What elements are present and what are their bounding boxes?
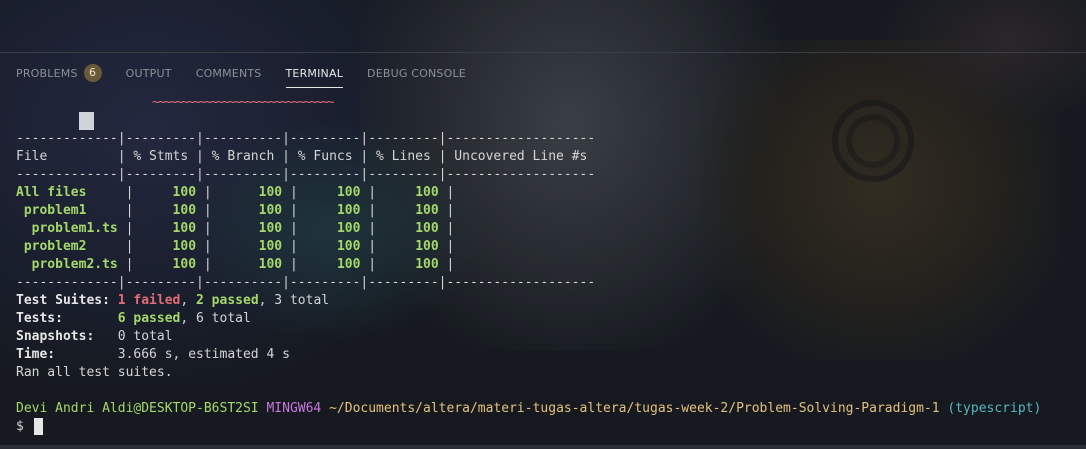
- coverage-lines: 100: [415, 257, 439, 272]
- ran-line: Ran all test suites.: [16, 365, 173, 380]
- coverage-stmts: 100: [172, 185, 197, 200]
- coverage-stmts: 100: [172, 239, 197, 254]
- prompt-user: Devi Andri Aldi@DESKTOP-B6ST2SI: [16, 401, 259, 416]
- coverage-funcs: 100: [336, 203, 361, 218]
- tests-passed: 6 passed: [117, 311, 181, 326]
- tab-output-label: OUTPUT: [125, 66, 172, 80]
- coverage-row: All files | 100 | 100 | 100 | 100 |: [16, 185, 604, 200]
- status-bar: [0, 445, 1086, 449]
- test-suites-sep: ,: [180, 293, 197, 308]
- prompt-symbol: $: [16, 419, 24, 434]
- tab-debug-console-label: DEBUG CONSOLE: [367, 66, 466, 80]
- tests-line: Tests: 6 passed, 6 total: [16, 310, 1041, 328]
- coverage-branch: 100: [258, 185, 283, 200]
- tests-label: Tests:: [16, 311, 110, 326]
- coverage-row: problem1.ts | 100 | 100 | 100 | 100 |: [16, 221, 604, 236]
- terminal-top-line: ~~~~~~~~~~~~~~~~~~~~~~~~~~~~~~~: [16, 94, 1041, 130]
- coverage-file: problem2.ts: [16, 257, 118, 272]
- tab-problems-label: PROBLEMS: [16, 66, 78, 80]
- test-suites-passed: 2 passed: [196, 293, 259, 308]
- coverage-row: problem2 | 100 | 100 | 100 | 100 |: [16, 239, 604, 254]
- coverage-funcs: 100: [336, 239, 361, 254]
- time-value: 3.666 s, estimated 4 s: [55, 347, 290, 362]
- tab-comments-label: COMMENTS: [195, 66, 262, 80]
- coverage-separator: -------------|---------|----------|-----…: [16, 131, 596, 146]
- tab-comments[interactable]: COMMENTS: [196, 62, 262, 84]
- tab-debug-console[interactable]: DEBUG CONSOLE: [367, 62, 466, 84]
- coverage-header: File | % Stmts | % Branch | % Funcs | % …: [16, 149, 596, 164]
- coverage-funcs: 100: [336, 221, 361, 236]
- test-suites-failed: 1 failed: [117, 293, 181, 308]
- block-cursor-icon: [79, 112, 95, 130]
- test-suites-label: Test Suites:: [16, 293, 110, 308]
- tab-terminal[interactable]: TERMINAL: [285, 62, 344, 88]
- panel-top-border: [0, 52, 1086, 53]
- test-suites-total: , 3 total: [258, 293, 330, 308]
- coverage-file: problem2: [16, 239, 118, 254]
- tests-total: , 6 total: [180, 311, 251, 326]
- coverage-row: problem1 | 100 | 100 | 100 | 100 |: [16, 203, 604, 218]
- coverage-separator: -------------|---------|----------|-----…: [16, 275, 596, 290]
- coverage-row: problem2.ts | 100 | 100 | 100 | 100 |: [16, 257, 604, 272]
- prompt-line: Devi Andri Aldi@DESKTOP-B6ST2SI MINGW64 …: [16, 400, 1041, 418]
- coverage-stmts: 100: [172, 257, 197, 272]
- panel-tabs: PROBLEMS 6 OUTPUT COMMENTS TERMINAL DEBU…: [16, 62, 490, 88]
- tab-problems[interactable]: PROBLEMS 6: [16, 62, 102, 84]
- test-suites-line: Test Suites: 1 failed, 2 passed, 3 total: [16, 292, 1041, 310]
- problems-count-badge: 6: [83, 64, 102, 82]
- input-line[interactable]: $: [16, 418, 1041, 436]
- coverage-stmts: 100: [172, 203, 197, 218]
- tab-output[interactable]: OUTPUT: [126, 62, 172, 84]
- error-squiggle: ~~~~~~~~~~~~~~~~~~~~~~~~~~~~~~~: [152, 95, 335, 110]
- coverage-file: problem1: [16, 203, 118, 218]
- snapshots-label: Snapshots:: [16, 329, 95, 344]
- snapshots-line: Snapshots: 0 total: [16, 328, 1041, 346]
- coverage-lines: 100: [415, 221, 439, 236]
- prompt-system: MINGW64: [266, 401, 322, 416]
- coverage-branch: 100: [258, 257, 283, 272]
- coverage-file: problem1.ts: [16, 221, 118, 236]
- tab-terminal-label: TERMINAL: [285, 66, 344, 80]
- snapshots-value: 0 total: [94, 329, 173, 344]
- time-label: Time:: [16, 347, 56, 362]
- coverage-branch: 100: [258, 239, 283, 254]
- coverage-funcs: 100: [336, 185, 361, 200]
- terminal-output[interactable]: ~~~~~~~~~~~~~~~~~~~~~~~~~~~~~~~ --------…: [16, 94, 1041, 436]
- coverage-lines: 100: [415, 203, 439, 218]
- prompt-path: ~/Documents/altera/materi-tugas-altera/t…: [329, 401, 940, 416]
- text-cursor-icon: [33, 418, 43, 435]
- coverage-branch: 100: [258, 221, 283, 236]
- prompt-branch: (typescript): [947, 401, 1042, 416]
- coverage-lines: 100: [415, 239, 439, 254]
- coverage-lines: 100: [415, 185, 439, 200]
- coverage-branch: 100: [258, 203, 283, 218]
- coverage-separator: -------------|---------|----------|-----…: [16, 167, 596, 182]
- coverage-stmts: 100: [172, 221, 197, 236]
- time-line: Time: 3.666 s, estimated 4 s: [16, 346, 1041, 364]
- coverage-funcs: 100: [336, 257, 361, 272]
- coverage-file: All files: [16, 185, 118, 200]
